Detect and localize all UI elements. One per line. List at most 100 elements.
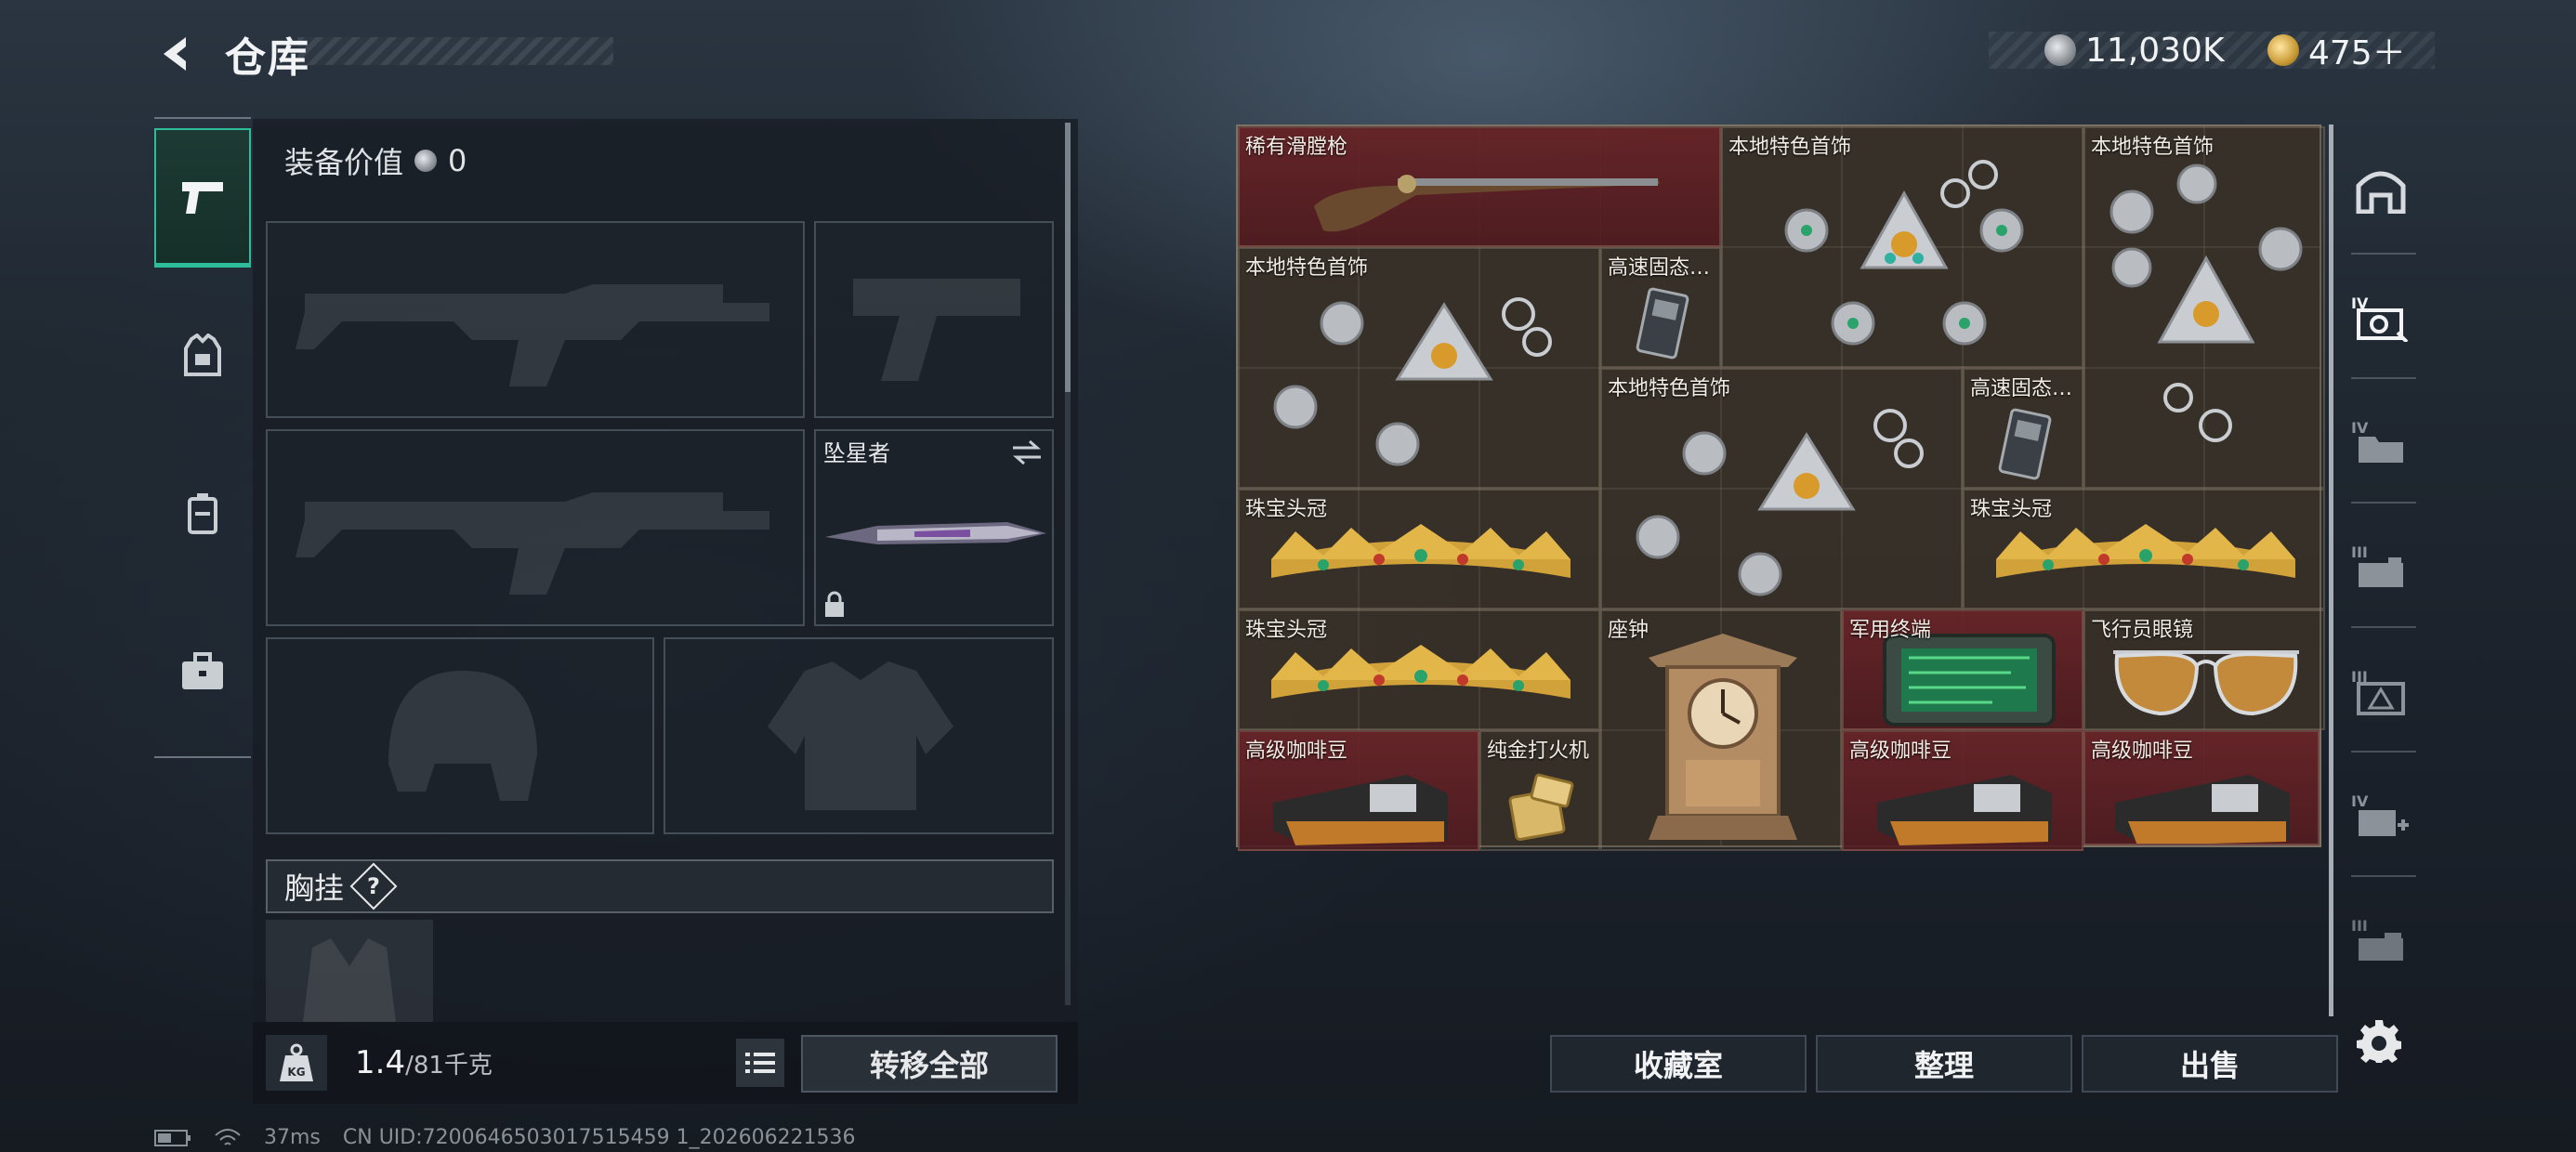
weight-max: /81千克 [405,1052,493,1080]
melee-name: 坠星者 [823,440,890,466]
item-jewelry[interactable]: 本地特色首饰 [1238,247,1600,489]
item-jewelry[interactable]: 本地特色首饰 [2083,126,2325,489]
side-tab-storage-3c[interactable]: III [2340,888,2422,990]
equip-value-label: 装备价值 [284,145,404,180]
lighter-icon [1508,773,1574,842]
item-musket[interactable]: 稀有滑膛枪 [1238,126,1721,247]
svg-text:IV: IV [2351,419,2369,437]
back-button[interactable] [149,28,204,80]
help-icon[interactable]: ? [349,862,398,910]
backpack-icon [188,493,217,534]
jewelry-icon [2109,164,2303,442]
warning-box-icon: III [2351,668,2405,715]
jewelry-icon [1273,297,1552,466]
rifle-placeholder-icon [296,284,769,386]
equip-value: 装备价值 0 [284,139,467,182]
sunglasses-icon [2113,650,2299,716]
coffee-bag-icon [1877,775,2052,845]
item-ssd[interactable]: 高速固态… [1600,247,1721,368]
item-military-terminal[interactable]: 军用终端 [1842,609,2083,730]
sell-button[interactable]: 出售 [2082,1035,2338,1093]
coffee-bag-icon [1273,775,1448,845]
chest-rig-label: 胸挂 [284,871,345,906]
item-aviator-sunglasses[interactable]: 飞行员眼镜 [2083,609,2325,730]
item-jewelry[interactable]: 本地特色首饰 [1600,368,1963,609]
wifi-icon [215,1128,241,1145]
equip-value-amount: 0 [448,143,467,178]
swap-icon[interactable] [1011,439,1043,466]
loadout-tab-column [154,117,251,758]
svg-text:KG: KG [287,1066,305,1079]
uid: CN UID:7200646503017515459 1_20260622153… [342,1126,856,1149]
tab-backpack[interactable] [154,444,251,583]
side-tab-storage-4-active[interactable]: IV [2340,266,2422,368]
folder-box-icon: IV [2351,419,2403,463]
gold-amount: 475＋ [2308,34,2406,72]
storage-grid: 稀有滑膛枪 本地特色首饰 本地特色首饰 本地特色首饰 高速固态… 本地特色首饰 … [1236,124,2325,851]
ping: 37ms [264,1126,321,1149]
item-jewelry[interactable]: 本地特色首饰 [1721,126,2083,368]
secondary-weapon-slot[interactable] [266,429,805,626]
item-gold-lighter[interactable]: 纯金打火机 [1479,730,1600,851]
tiara-icon [1271,645,1571,699]
helmet-slot[interactable] [266,637,654,834]
pistol-slot[interactable] [814,221,1054,418]
weight-icon: KG [280,1043,313,1081]
item-tiara[interactable]: 珠宝头冠 [1238,489,1600,609]
ssd-icon [1998,408,2052,480]
side-tab-storage-4c[interactable]: IV [2340,764,2422,866]
weight-icon-button[interactable]: KG [266,1035,327,1091]
pistol-icon [182,181,223,214]
primary-weapon-slot[interactable] [266,221,805,418]
chest-rig-header: 胸挂 ? [266,859,1054,913]
gold-coin-icon [2267,34,2299,66]
chest-rig-slot[interactable] [266,920,433,1022]
item-clock[interactable]: 座钟 [1600,609,1842,851]
armor-placeholder-icon [768,661,953,810]
transfer-all-button[interactable]: 转移全部 [801,1035,1058,1093]
armor-slot[interactable] [664,637,1054,834]
crate-icon: III [2351,543,2403,587]
weight-current: 1.4 [355,1044,406,1081]
list-icon [745,1053,775,1073]
item-tiara[interactable]: 珠宝头冠 [1963,489,2325,609]
item-tiara[interactable]: 珠宝头冠 [1238,609,1600,730]
storage-scrollbar[interactable] [2329,124,2333,1016]
gold-currency[interactable]: 475＋ [2267,30,2406,72]
musket-icon [1314,175,1660,232]
ssd-icon [1636,287,1689,360]
shelter-icon [2356,171,2406,214]
tab-weapons[interactable] [154,128,251,268]
side-tab-storage-3b[interactable]: III [2340,639,2422,741]
tab-armor[interactable] [154,286,251,425]
coffee-bag-icon [2115,775,2290,844]
item-coffee-beans[interactable]: 高级咖啡豆 [2083,730,2320,845]
chest-rig-placeholder-icon [303,938,396,1022]
storage-box-icon: IV [2351,295,2409,342]
list-view-button[interactable] [736,1039,784,1087]
tiara-icon [1996,524,2295,578]
blade-icon [825,522,1046,544]
svg-text:III: III [2351,543,2368,561]
side-tab-home[interactable] [2340,139,2422,242]
weight-readout: 1.4/81千克 [355,1044,493,1081]
item-coffee-beans[interactable]: 高级咖啡豆 [1238,730,1479,851]
svg-text:IV: IV [2351,792,2369,810]
tab-case[interactable] [154,602,251,741]
sort-button[interactable]: 整理 [1816,1035,2072,1093]
tiara-icon [1271,524,1571,578]
item-coffee-beans[interactable]: 高级咖啡豆 [1842,730,2083,851]
terminal-icon [1883,634,2056,727]
lock-icon [825,591,844,617]
item-ssd[interactable]: 高速固态… [1963,368,2083,489]
side-tab-storage-4b[interactable]: IV [2340,390,2422,492]
jewelry-icon [1636,409,1924,596]
collection-room-button[interactable]: 收藏室 [1550,1035,1807,1093]
medkit-box-icon: IV [2351,792,2409,836]
melee-slot[interactable]: 坠星者 [814,429,1054,626]
pistol-placeholder-icon [853,279,1020,381]
svg-text:III: III [2351,917,2368,935]
loadout-scroll-thumb[interactable] [1065,123,1071,392]
settings-button[interactable] [2351,1013,2407,1068]
side-tab-storage-3a[interactable]: III [2340,515,2422,617]
